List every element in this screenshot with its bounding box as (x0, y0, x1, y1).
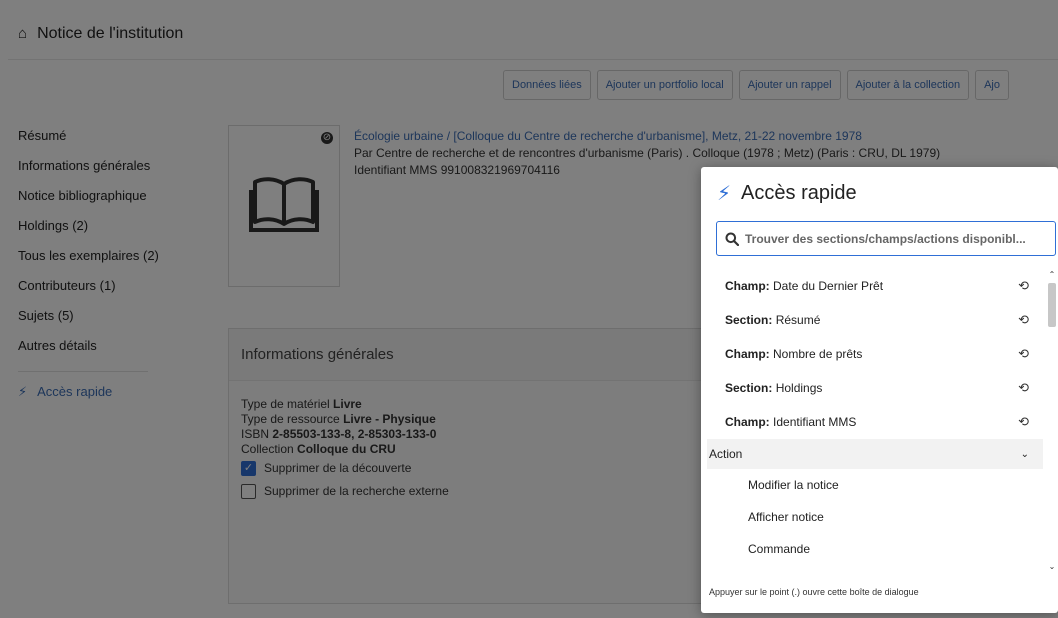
quick-search-box[interactable] (716, 221, 1056, 256)
quick-search-input[interactable] (745, 231, 1045, 246)
history-icon: ⟲ (1018, 380, 1029, 395)
item-label: Holdings (775, 381, 823, 395)
list-item[interactable]: Champ: Identifiant MMS ⟲ (707, 405, 1043, 439)
action-group-label: Action (709, 447, 743, 461)
scroll-thumb[interactable] (1048, 283, 1056, 327)
list-item-order[interactable]: Commande (707, 533, 1043, 565)
bolt-icon: ⚡︎ (717, 183, 732, 205)
list-item-edit-record[interactable]: Modifier la notice (707, 469, 1043, 501)
item-label: Date du Dernier Prêt (773, 279, 884, 293)
scroll-down-icon[interactable]: ⌄ (1046, 561, 1058, 573)
item-kind: Section: (725, 381, 773, 395)
scroll-up-icon[interactable]: ⌃ (1046, 269, 1058, 281)
dialog-title-text: Accès rapide (741, 182, 857, 204)
item-kind: Section: (725, 313, 773, 327)
list-item[interactable]: Champ: Date du Dernier Prêt ⟲ (707, 269, 1043, 303)
history-icon: ⟲ (1018, 414, 1029, 429)
chevron-down-icon: ⌄ (1020, 448, 1029, 460)
quick-access-list: Champ: Date du Dernier Prêt ⟲ Section: R… (707, 269, 1043, 565)
item-label: Nombre de prêts (773, 347, 863, 361)
history-icon: ⟲ (1018, 312, 1029, 327)
dialog-hint: Appuyer sur le point (.) ouvre cette boî… (709, 587, 919, 597)
history-icon: ⟲ (1018, 278, 1029, 293)
list-item[interactable]: Section: Résumé ⟲ (707, 303, 1043, 337)
list-scrollbar[interactable]: ⌃ ⌄ (1046, 269, 1058, 573)
item-kind: Champ: (725, 279, 770, 293)
action-group-header[interactable]: Action ⌄ (707, 439, 1043, 469)
list-item-view-record[interactable]: Afficher notice (707, 501, 1043, 533)
quick-access-dialog: ⚡︎ Accès rapide Champ: Date du Dernier P… (701, 167, 1058, 613)
item-label: Identifiant MMS (773, 415, 857, 429)
history-icon: ⟲ (1018, 346, 1029, 361)
search-icon (725, 232, 739, 246)
list-item[interactable]: Section: Holdings ⟲ (707, 371, 1043, 405)
item-label: Résumé (775, 313, 821, 327)
list-item[interactable]: Champ: Nombre de prêts ⟲ (707, 337, 1043, 371)
dialog-title: ⚡︎ Accès rapide (717, 181, 857, 206)
item-kind: Champ: (725, 347, 770, 361)
item-kind: Champ: (725, 415, 770, 429)
